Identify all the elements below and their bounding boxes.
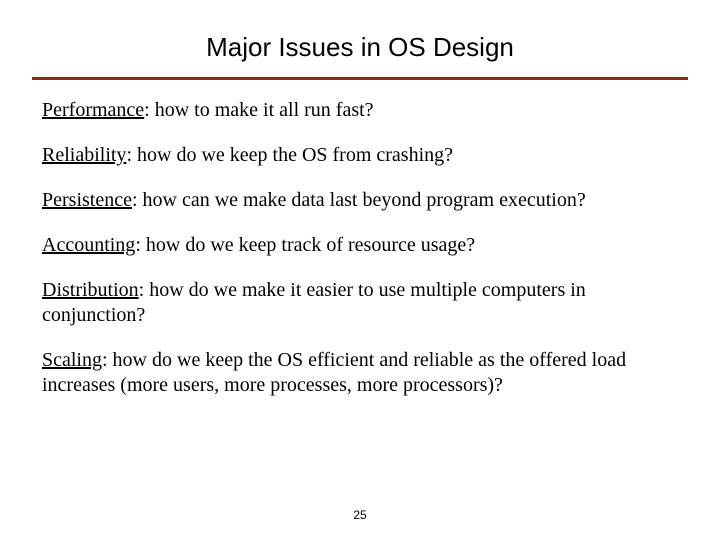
page-number: 25 bbox=[0, 508, 720, 522]
term-rest: : how do we keep the OS from crashing? bbox=[126, 144, 453, 166]
slide-title: Major Issues in OS Design bbox=[0, 0, 720, 77]
bullet-point: Persistence: how can we make data last b… bbox=[42, 188, 678, 213]
term-rest: : how do we keep the OS efficient and re… bbox=[42, 349, 626, 396]
slide: Major Issues in OS Design Performance: h… bbox=[0, 0, 720, 540]
bullet-point: Reliability: how do we keep the OS from … bbox=[42, 143, 678, 168]
bullet-point: Distribution: how do we make it easier t… bbox=[42, 278, 678, 328]
term-rest: : how can we make data last beyond progr… bbox=[132, 189, 586, 211]
term: Performance bbox=[42, 99, 144, 121]
term: Scaling bbox=[42, 349, 102, 371]
term: Distribution bbox=[42, 279, 139, 301]
term: Accounting bbox=[42, 234, 135, 256]
bullet-point: Performance: how to make it all run fast… bbox=[42, 98, 678, 123]
slide-body: Performance: how to make it all run fast… bbox=[0, 80, 720, 398]
bullet-point: Scaling: how do we keep the OS efficient… bbox=[42, 348, 678, 398]
bullet-point: Accounting: how do we keep track of reso… bbox=[42, 233, 678, 258]
term-rest: : how do we keep track of resource usage… bbox=[135, 234, 475, 256]
term: Reliability bbox=[42, 144, 126, 166]
term: Persistence bbox=[42, 189, 132, 211]
term-rest: : how to make it all run fast? bbox=[144, 99, 373, 121]
